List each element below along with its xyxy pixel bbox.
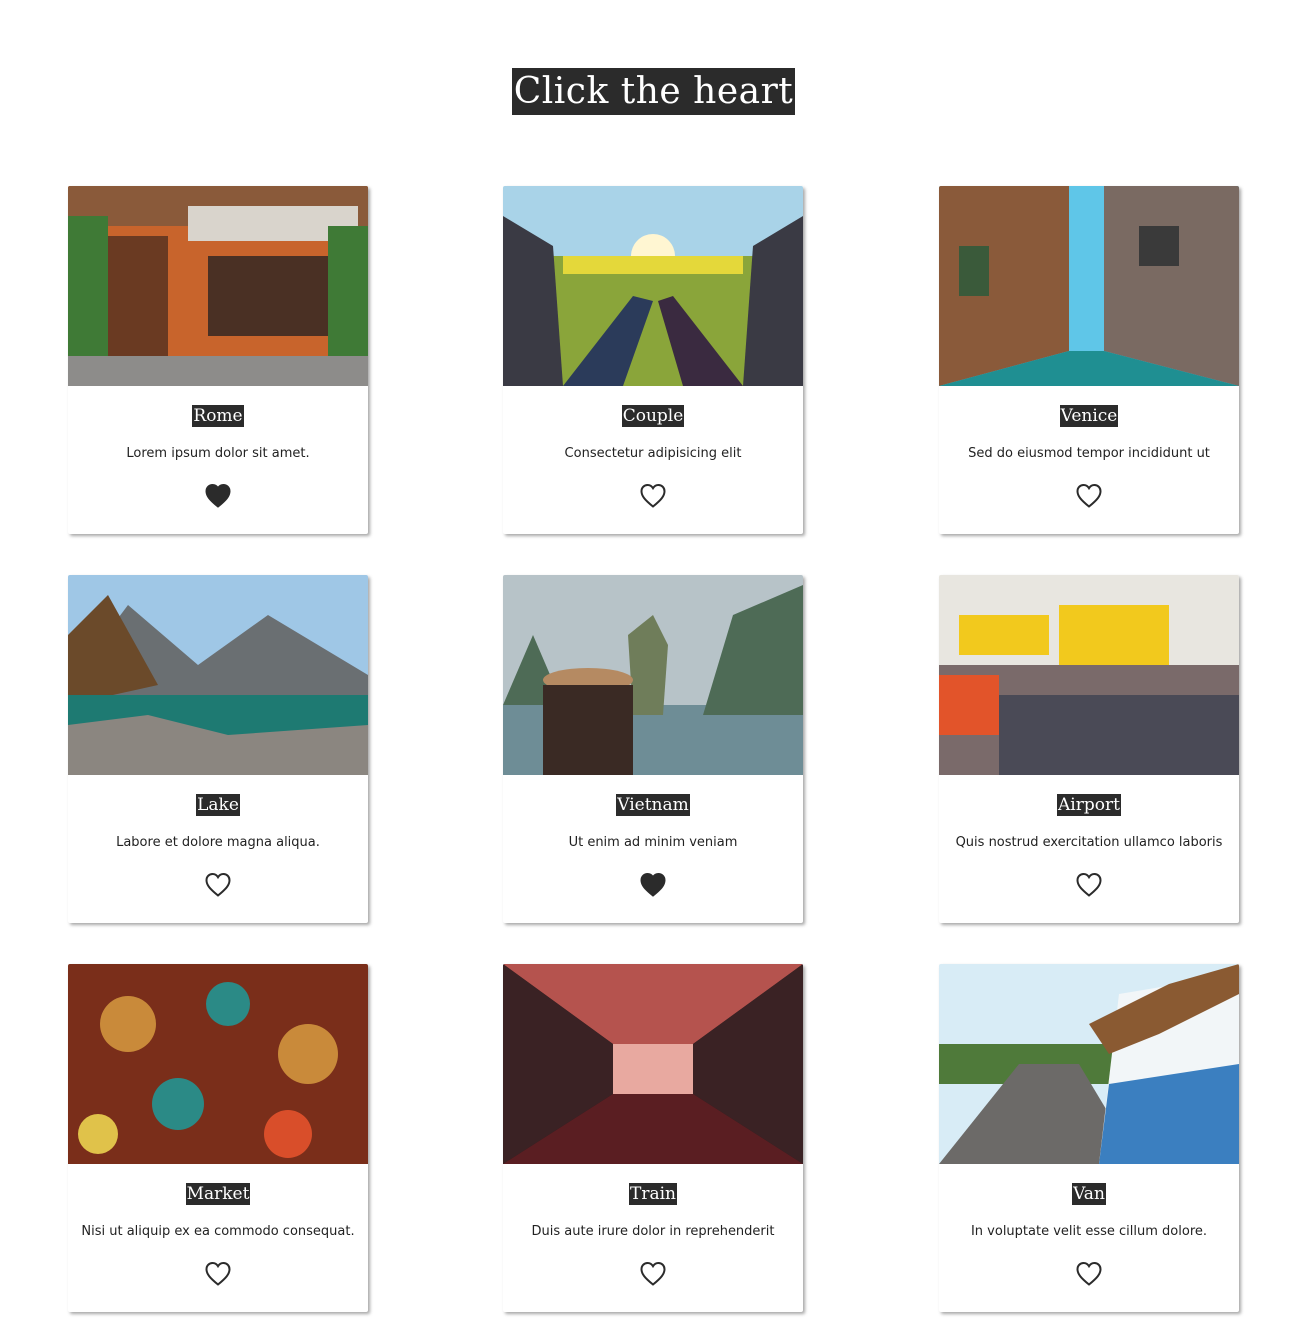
market-lanterns-photo [68, 964, 368, 1164]
card-title: Vietnam [616, 794, 690, 816]
heart-outline-icon[interactable] [1075, 872, 1103, 898]
rome-bar-photo [68, 186, 368, 386]
card-lake: Lake Labore et dolore magna aliqua. [68, 575, 368, 923]
venice-canal-photo [939, 186, 1239, 386]
card-title-wrap: Couple [503, 405, 803, 427]
card-title-wrap: Vietnam [503, 794, 803, 816]
card-description: Consectetur adipisicing elit [564, 446, 742, 461]
heart-outline-icon[interactable] [639, 483, 667, 509]
card-title-wrap: Venice [939, 405, 1239, 427]
heart-outline-icon[interactable] [204, 1261, 232, 1287]
heart-outline-icon[interactable] [204, 872, 232, 898]
card-title-wrap: Van [939, 1183, 1239, 1205]
page-title: Click the heart [511, 68, 796, 115]
card-airport: Airport Quis nostrud exercitation ullamco… [939, 575, 1239, 923]
card-description: Labore et dolore magna aliqua. [116, 835, 320, 850]
card-title-wrap: Train [503, 1183, 803, 1205]
card-title-wrap: Lake [68, 794, 368, 816]
card-title: Train [629, 1183, 677, 1205]
card-description: Lorem ipsum dolor sit amet. [126, 446, 310, 461]
heart-outline-icon[interactable] [1075, 1261, 1103, 1287]
card-description: Ut enim ad minim veniam [568, 835, 738, 850]
card-title-wrap: Market [68, 1183, 368, 1205]
card-title-wrap: Airport [939, 794, 1239, 816]
card-title: Couple [621, 405, 685, 427]
card-title: Van [1072, 1183, 1106, 1205]
card-title: Lake [196, 794, 240, 816]
heart-outline-icon[interactable] [1075, 483, 1103, 509]
couple-car-field-photo [503, 186, 803, 386]
card-rome: Rome Lorem ipsum dolor sit amet. [68, 186, 368, 534]
card-couple: Couple Consectetur adipisicing elit [503, 186, 803, 534]
page-header: Click the heart [0, 68, 1307, 115]
card-venice: Venice Sed do eiusmod tempor incididunt u… [939, 186, 1239, 534]
card-description: Sed do eiusmod tempor incididunt ut [968, 446, 1210, 461]
card-title: Venice [1059, 405, 1119, 427]
card-vietnam: Vietnam Ut enim ad minim veniam [503, 575, 803, 923]
card-title: Airport [1057, 794, 1121, 816]
train-interior-photo [503, 964, 803, 1164]
heart-filled-icon[interactable] [204, 483, 232, 509]
vietnam-rock-photo [503, 575, 803, 775]
card-title-wrap: Rome [68, 405, 368, 427]
card-description: Duis aute irure dolor in reprehenderit [531, 1224, 775, 1239]
card-train: Train Duis aute irure dolor in reprehende… [503, 964, 803, 1312]
airport-terminal-photo [939, 575, 1239, 775]
card-description: Nisi ut aliquip ex ea commodo consequat. [81, 1224, 355, 1239]
card-market: Market Nisi ut aliquip ex ea commodo cons… [68, 964, 368, 1312]
card-van: Van In voluptate velit esse cillum dolore… [939, 964, 1239, 1312]
van-road-photo [939, 964, 1239, 1164]
card-description: In voluptate velit esse cillum dolore. [970, 1224, 1208, 1239]
mountain-lake-photo [68, 575, 368, 775]
card-title: Rome [192, 405, 244, 427]
heart-filled-icon[interactable] [639, 872, 667, 898]
card-title: Market [185, 1183, 251, 1205]
card-description: Quis nostrud exercitation ullamco labori… [955, 835, 1223, 850]
heart-outline-icon[interactable] [639, 1261, 667, 1287]
